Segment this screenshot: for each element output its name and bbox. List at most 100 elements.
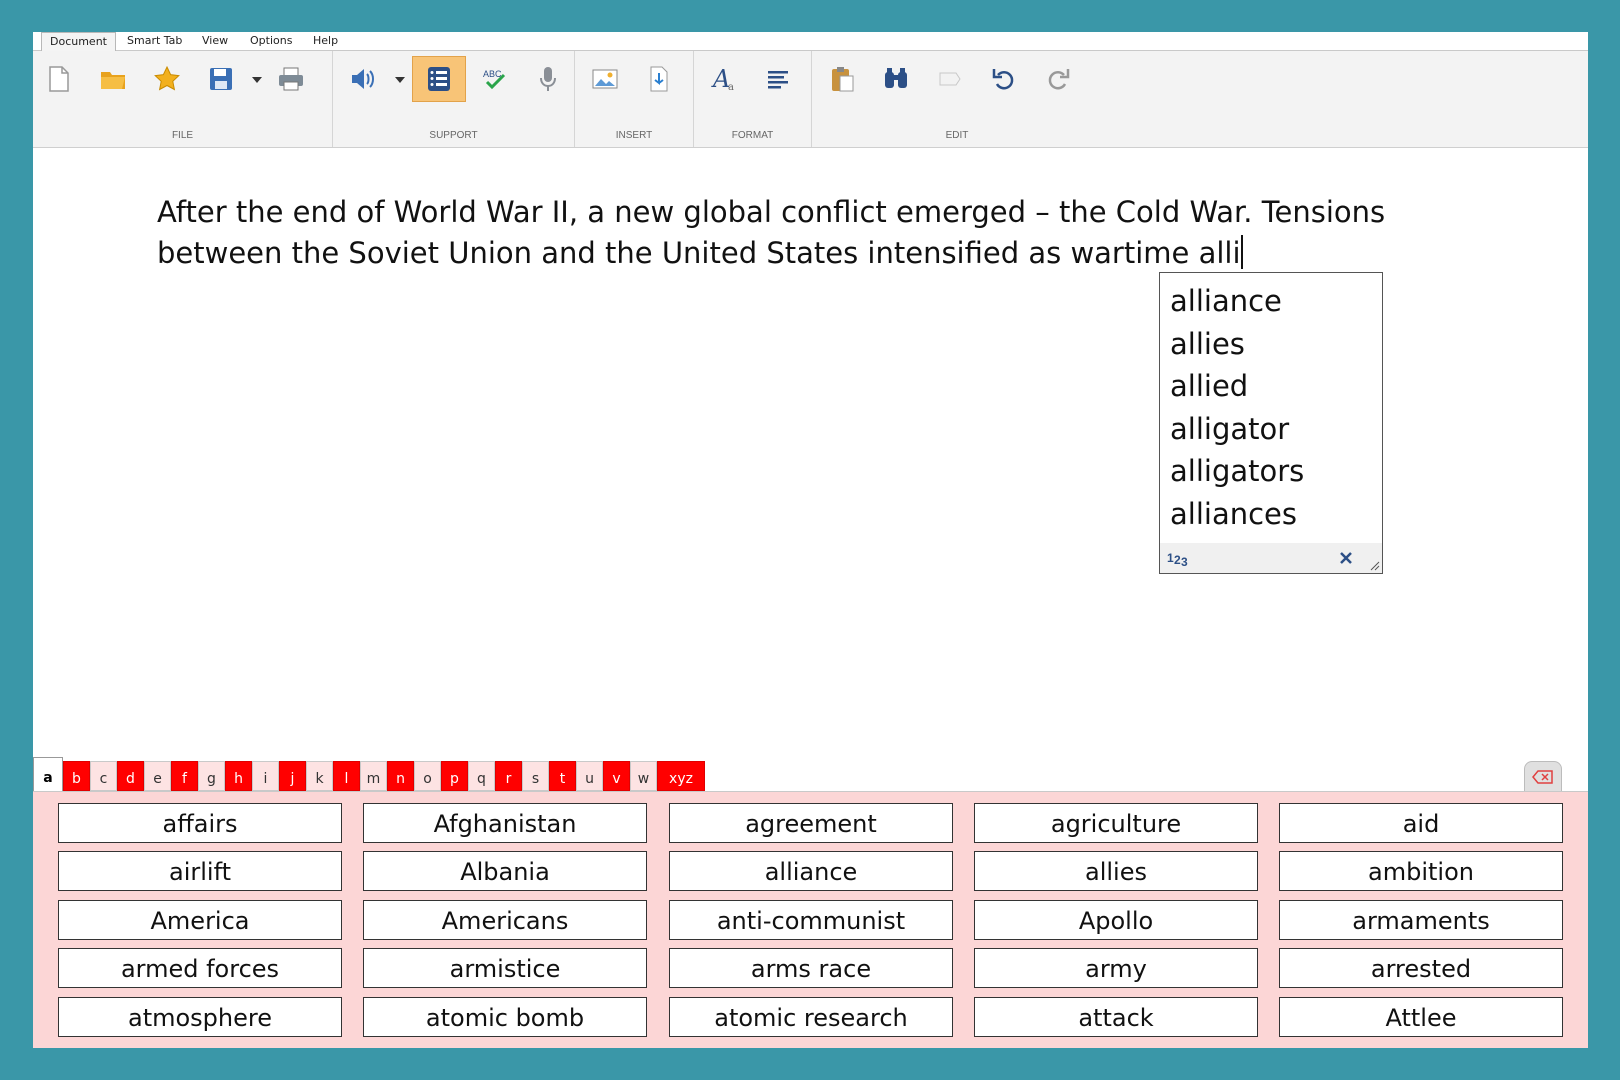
- edit-group: EDIT: [812, 51, 1102, 147]
- file-group-label: FILE: [171, 130, 194, 141]
- redo-button[interactable]: [1036, 59, 1080, 99]
- letter-tab-u[interactable]: u: [576, 761, 603, 791]
- word-button[interactable]: Attlee: [1279, 997, 1563, 1037]
- document-editor[interactable]: After the end of World War II, a new glo…: [157, 192, 1417, 274]
- menu-document[interactable]: Document: [41, 32, 116, 51]
- ribbon-toolbar: FILE ABC SUPPORT INSERT A a FORMAT EDIT: [33, 51, 1588, 148]
- word-button[interactable]: alliance: [669, 851, 953, 891]
- word-prediction-button[interactable]: [412, 56, 466, 102]
- word-button[interactable]: agriculture: [974, 803, 1258, 843]
- word-button[interactable]: Albania: [363, 851, 647, 891]
- word-button[interactable]: atomic bomb: [363, 997, 647, 1037]
- letter-tab-o[interactable]: o: [414, 761, 441, 791]
- letter-tab-m[interactable]: m: [360, 761, 387, 791]
- letter-tab-e[interactable]: e: [144, 761, 171, 791]
- insert-picture-button[interactable]: [583, 59, 627, 99]
- new-document-button[interactable]: [37, 59, 81, 99]
- favorite-star-icon: [154, 65, 180, 91]
- letter-tab-i[interactable]: i: [252, 761, 279, 791]
- undo-button[interactable]: [982, 59, 1026, 99]
- letter-tab-v[interactable]: v: [603, 761, 630, 791]
- print-button[interactable]: [269, 59, 313, 99]
- menu-smart-tab[interactable]: Smart Tab: [119, 33, 190, 49]
- letter-tab-s[interactable]: s: [522, 761, 549, 791]
- paragraph-button[interactable]: [756, 59, 800, 99]
- letter-tab-r[interactable]: r: [495, 761, 522, 791]
- insert-audio-icon: [650, 66, 668, 92]
- paste-button[interactable]: [820, 59, 864, 99]
- backspace-button[interactable]: [1524, 761, 1562, 793]
- menu-help[interactable]: Help: [305, 33, 346, 49]
- letter-tab-l[interactable]: l: [333, 761, 360, 791]
- menu-options[interactable]: Options: [242, 33, 300, 49]
- letter-tab-g[interactable]: g: [198, 761, 225, 791]
- speak-button[interactable]: [341, 59, 385, 99]
- word-bank: affairs Afghanistan agreement agriculture ai…: [33, 791, 1588, 1048]
- word-button[interactable]: agreement: [669, 803, 953, 843]
- letter-tab-t[interactable]: t: [549, 761, 576, 791]
- support-group-label: SUPPORT: [429, 130, 478, 141]
- word-button[interactable]: allies: [974, 851, 1258, 891]
- resize-handle[interactable]: [1370, 561, 1380, 571]
- word-button[interactable]: atmosphere: [58, 997, 342, 1037]
- word-button[interactable]: armistice: [363, 948, 647, 988]
- prediction-footer: 123: [1160, 543, 1382, 573]
- prediction-item[interactable]: alliances: [1160, 493, 1382, 536]
- insert-picture-icon: [592, 69, 618, 89]
- close-prediction-button[interactable]: [1340, 552, 1352, 564]
- word-button[interactable]: Afghanistan: [363, 803, 647, 843]
- word-button[interactable]: ambition: [1279, 851, 1563, 891]
- prediction-item[interactable]: alliance: [1160, 280, 1382, 323]
- letter-tab-a[interactable]: a: [33, 757, 63, 791]
- word-button[interactable]: attack: [974, 997, 1258, 1037]
- prediction-item[interactable]: alligator: [1160, 408, 1382, 451]
- word-button[interactable]: army: [974, 948, 1258, 988]
- letter-tab-b[interactable]: b: [63, 761, 90, 791]
- save-dropdown[interactable]: [252, 75, 262, 85]
- clear-button[interactable]: [928, 59, 972, 99]
- numbering-toggle-button[interactable]: 123: [1166, 548, 1192, 568]
- insert-audio-button[interactable]: [637, 59, 681, 99]
- spellcheck-button[interactable]: ABC: [473, 59, 517, 99]
- letter-tab-h[interactable]: h: [225, 761, 252, 791]
- word-button[interactable]: arrested: [1279, 948, 1563, 988]
- word-button[interactable]: atomic research: [669, 997, 953, 1037]
- letter-tab-f[interactable]: f: [171, 761, 198, 791]
- letter-tab-p[interactable]: p: [441, 761, 468, 791]
- word-button[interactable]: armaments: [1279, 900, 1563, 940]
- word-prediction-popup: alliance allies allied alligator alligat…: [1159, 272, 1383, 574]
- word-button[interactable]: affairs: [58, 803, 342, 843]
- document-line-2-text: between the Soviet Union and the United …: [157, 236, 1241, 270]
- speak-dropdown[interactable]: [395, 75, 405, 85]
- letter-tab-d[interactable]: d: [117, 761, 144, 791]
- prediction-item[interactable]: alligators: [1160, 450, 1382, 493]
- menu-view[interactable]: View: [194, 33, 236, 49]
- word-button[interactable]: anti-communist: [669, 900, 953, 940]
- prediction-item[interactable]: allied: [1160, 365, 1382, 408]
- word-button[interactable]: armed forces: [58, 948, 342, 988]
- letter-tab-k[interactable]: k: [306, 761, 333, 791]
- letter-tab-n[interactable]: n: [387, 761, 414, 791]
- letter-tab-j[interactable]: j: [279, 761, 306, 791]
- favorite-button[interactable]: [145, 59, 189, 99]
- letter-tab-w[interactable]: w: [630, 761, 657, 791]
- word-button[interactable]: Americans: [363, 900, 647, 940]
- support-group: ABC SUPPORT: [333, 51, 575, 147]
- letter-tab-xyz[interactable]: xyz: [657, 761, 705, 791]
- word-button[interactable]: Apollo: [974, 900, 1258, 940]
- open-folder-button[interactable]: [91, 59, 135, 99]
- word-button[interactable]: aid: [1279, 803, 1563, 843]
- find-button[interactable]: [874, 59, 918, 99]
- prediction-item[interactable]: allies: [1160, 323, 1382, 366]
- save-button[interactable]: [199, 59, 243, 99]
- document-line-1: After the end of World War II, a new glo…: [157, 195, 1386, 229]
- font-button[interactable]: Aa: [702, 59, 746, 99]
- letter-tab-q[interactable]: q: [468, 761, 495, 791]
- close-icon: [1340, 552, 1352, 564]
- word-button[interactable]: arms race: [669, 948, 953, 988]
- letter-tab-c[interactable]: c: [90, 761, 117, 791]
- word-button[interactable]: America: [58, 900, 342, 940]
- word-button[interactable]: airlift: [58, 851, 342, 891]
- dictation-button[interactable]: [526, 59, 570, 99]
- file-group: FILE: [33, 51, 333, 147]
